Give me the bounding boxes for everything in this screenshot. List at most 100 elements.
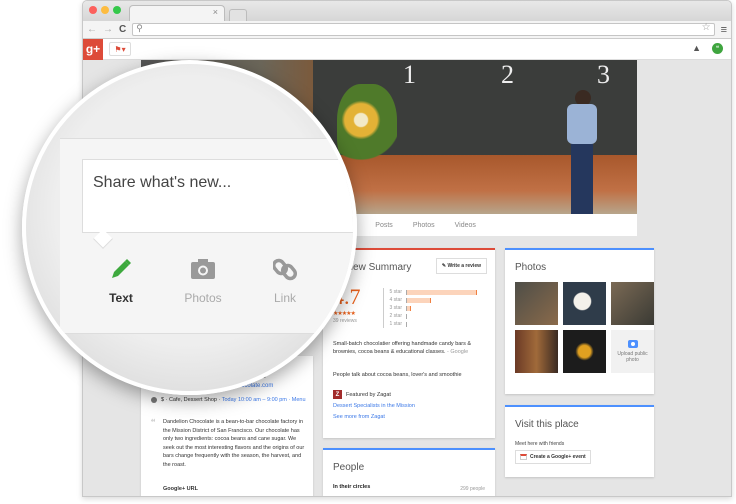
tab-posts[interactable]: Posts	[375, 222, 393, 229]
reload-icon[interactable]: C	[119, 24, 126, 35]
histogram-bar	[407, 297, 431, 303]
photo-thumbnail[interactable]	[611, 282, 654, 325]
menu-link[interactable]: · Menu	[288, 397, 305, 403]
photo-thumbnail[interactable]	[563, 282, 606, 325]
menu-icon[interactable]: ≡	[721, 24, 727, 36]
create-event-button[interactable]: Create a Google+ event	[515, 450, 591, 464]
window-controls	[89, 6, 121, 14]
close-icon[interactable]: ×	[213, 7, 218, 17]
zagat-logo: Z	[333, 390, 342, 399]
address-bar[interactable]: ⚲ ☆	[132, 22, 715, 36]
histogram-label: 5 star	[389, 289, 402, 295]
see-more-zagat-link[interactable]: See more from Zagat	[333, 414, 385, 420]
share-panel: Share what's new... Text Photos Link	[60, 138, 353, 334]
location-icon[interactable]: ⚑▾	[109, 42, 131, 56]
zagat-link[interactable]: Dessert Specialists in the Mission	[333, 403, 415, 409]
business-description: Dandelion Chocolate is a bean-to-bar cho…	[163, 419, 305, 468]
share-photos-button[interactable]: Photos	[162, 257, 244, 305]
hours-link[interactable]: Today 10:00 am – 9:00 pm	[222, 397, 287, 403]
magnifier-overlay: Share what's new... Text Photos Link	[22, 60, 357, 395]
chalk-number: 2	[501, 60, 514, 89]
tab-strip: ×	[83, 1, 731, 21]
google-plus-url-label: Google+ URL	[163, 486, 198, 492]
share-video-button[interactable]: V	[326, 257, 353, 305]
chalk-number: 1	[403, 60, 416, 89]
new-tab-button[interactable]	[229, 9, 247, 21]
share-link-button[interactable]: Link	[244, 257, 326, 305]
rating-histogram: 5 star 4 star 3 star 2 star 1 star	[383, 288, 486, 328]
review-description: Small-batch chocolatier offering handmad…	[333, 340, 488, 356]
hangouts-icon[interactable]: ❝	[712, 43, 723, 54]
calendar-icon	[520, 454, 527, 460]
histogram-track	[406, 297, 486, 303]
share-text-label: Text	[109, 291, 133, 305]
camera-icon	[190, 257, 216, 281]
people-count[interactable]: 299 people	[460, 486, 485, 492]
zagat-label: Featured by Zagat	[346, 391, 391, 398]
histogram-track	[406, 289, 486, 295]
share-actions: Text Photos Link V	[80, 257, 353, 305]
link-icon	[273, 257, 297, 281]
upload-photo-button[interactable]: Upload public photo	[611, 330, 654, 373]
histogram-row: 2 star	[384, 312, 486, 320]
info-icon	[151, 396, 157, 403]
histogram-label: 2 star	[389, 313, 402, 319]
close-window-button[interactable]	[89, 6, 97, 14]
photo-thumbnail[interactable]	[515, 282, 558, 325]
maximize-window-button[interactable]	[113, 6, 121, 14]
people-card: People In their circles 299 people	[323, 448, 495, 496]
share-link-label: Link	[273, 291, 296, 305]
minimize-window-button[interactable]	[101, 6, 109, 14]
browser-tab[interactable]: ×	[129, 5, 225, 21]
upload-label: Upload public photo	[617, 351, 648, 363]
pencil-icon	[109, 257, 133, 281]
back-icon[interactable]: ←	[87, 24, 97, 35]
visit-title: Visit this place	[515, 419, 579, 430]
create-event-label: Create a Google+ event	[530, 454, 586, 460]
tab-videos[interactable]: Videos	[455, 222, 476, 229]
histogram-label: 3 star	[389, 305, 402, 311]
share-input[interactable]: Share what's new...	[82, 159, 353, 233]
histogram-track	[406, 305, 486, 311]
camera-icon	[627, 340, 638, 348]
zagat-feature: Z Featured by Zagat	[333, 390, 391, 399]
in-circles-label: In their circles	[333, 484, 371, 490]
quote-icon: “	[151, 418, 156, 429]
histogram-track	[406, 321, 486, 327]
category: $ · Cafe, Dessert Shop ·	[161, 397, 221, 403]
photo-thumbnail[interactable]	[563, 330, 606, 373]
histogram-row: 5 star	[384, 288, 486, 296]
summary-source: - Google	[447, 349, 469, 355]
worker-figure	[561, 90, 601, 214]
google-plus-logo[interactable]: g+	[83, 38, 103, 60]
people-title: People	[333, 462, 365, 473]
histogram-row: 1 star	[384, 320, 486, 328]
photos-title: Photos	[515, 262, 547, 273]
histogram-label: 1 star	[389, 321, 402, 327]
share-placeholder: Share what's new...	[93, 174, 232, 191]
people-talk-about: People talk about cocoa beans, lover's a…	[333, 372, 462, 378]
histogram-label: 4 star	[389, 297, 402, 303]
bookmark-star-icon[interactable]: ☆	[702, 22, 711, 33]
histogram-track	[406, 313, 486, 319]
histogram-bar	[407, 289, 477, 295]
tab-photos[interactable]: Photos	[413, 222, 435, 229]
share-text-button[interactable]: Text	[80, 257, 162, 305]
histogram-row: 3 star	[384, 304, 486, 312]
photo-thumbnail[interactable]	[515, 330, 558, 373]
chalk-number: 3	[597, 60, 610, 89]
photo-grid: Upload public photo	[515, 282, 654, 373]
category-line: $ · Cafe, Dessert Shop · Today 10:00 am …	[151, 396, 311, 404]
forward-icon[interactable]: →	[103, 24, 113, 35]
meet-label: Meet here with friends	[515, 441, 565, 447]
browser-toolbar: ← → C ⚲ ☆ ≡	[83, 21, 731, 39]
search-icon: ⚲	[136, 23, 143, 33]
visit-card: Visit this place Meet here with friends …	[505, 405, 654, 477]
write-review-button[interactable]: ✎ Write a review	[435, 258, 487, 274]
share-photos-label: Photos	[184, 291, 222, 305]
google-plus-bar: g+ ⚑▾ ▲ ❝	[83, 38, 731, 60]
histogram-row: 4 star	[384, 296, 486, 304]
histogram-bar	[407, 305, 411, 311]
notification-bell-icon[interactable]: ▲	[692, 43, 701, 53]
photos-card: Photos Upload public photo	[505, 248, 654, 394]
